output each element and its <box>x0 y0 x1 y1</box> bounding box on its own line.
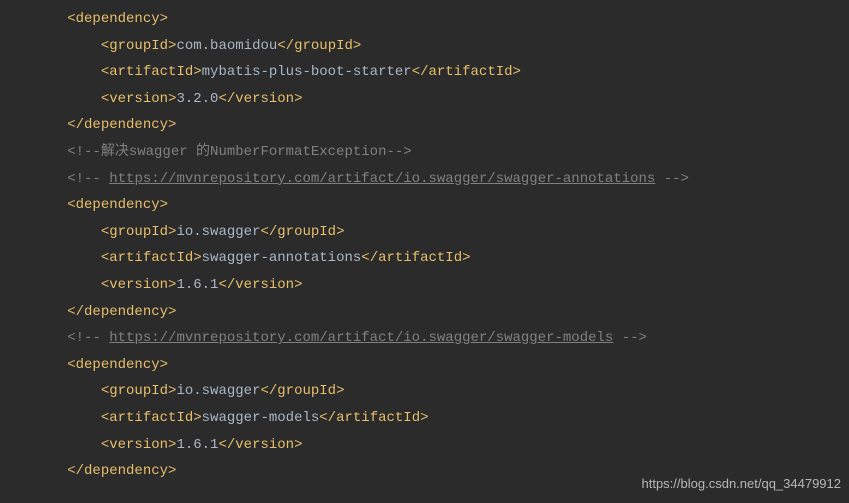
xml-tag: <groupId> <box>101 224 177 240</box>
indent <box>0 410 101 426</box>
code-line: <!-- https://mvnrepository.com/artifact/… <box>0 325 849 352</box>
xml-tag: <artifactId> <box>101 410 202 426</box>
xml-tag: <version> <box>101 437 177 453</box>
xml-text: 1.6.1 <box>176 277 218 293</box>
xml-comment-link[interactable]: https://mvnrepository.com/artifact/io.sw… <box>109 171 655 187</box>
xml-comment-open: <!-- <box>67 144 101 160</box>
code-line: <groupId>io.swagger</groupId> <box>0 378 849 405</box>
code-line: <artifactId>swagger-annotations</artifac… <box>0 245 849 272</box>
xml-comment-open: <!-- <box>67 330 109 346</box>
code-line: <groupId>com.baomidou</groupId> <box>0 33 849 60</box>
xml-comment-close: --> <box>613 330 647 346</box>
code-line: <version>1.6.1</version> <box>0 432 849 459</box>
code-line: <artifactId>mybatis-plus-boot-starter</a… <box>0 59 849 86</box>
xml-text: mybatis-plus-boot-starter <box>202 64 412 80</box>
xml-tag: <version> <box>101 91 177 107</box>
indent <box>0 144 67 160</box>
indent <box>0 117 67 133</box>
watermark-text: https://blog.csdn.net/qq_34479912 <box>642 472 842 497</box>
code-line: <!--解决swagger 的NumberFormatException--> <box>0 139 849 166</box>
xml-tag: <dependency> <box>67 357 168 373</box>
xml-comment-close: --> <box>386 144 411 160</box>
code-line: </dependency> <box>0 299 849 326</box>
xml-tag: <artifactId> <box>101 64 202 80</box>
xml-tag: <groupId> <box>101 38 177 54</box>
code-line: <groupId>io.swagger</groupId> <box>0 219 849 246</box>
xml-text: swagger-models <box>202 410 320 426</box>
xml-tag: </artifactId> <box>361 250 470 266</box>
indent <box>0 357 67 373</box>
xml-text: io.swagger <box>176 224 260 240</box>
xml-text: io.swagger <box>176 383 260 399</box>
indent <box>0 38 101 54</box>
xml-tag: </dependency> <box>67 117 176 133</box>
xml-tag: <version> <box>101 277 177 293</box>
xml-tag: </dependency> <box>67 304 176 320</box>
xml-text: 1.6.1 <box>176 437 218 453</box>
code-line: <version>3.2.0</version> <box>0 86 849 113</box>
xml-text: com.baomidou <box>176 38 277 54</box>
indent <box>0 277 101 293</box>
code-line: </dependency> <box>0 112 849 139</box>
xml-comment-close: --> <box>655 171 689 187</box>
indent <box>0 463 67 479</box>
code-editor[interactable]: <dependency> <groupId>com.baomidou</grou… <box>0 0 849 491</box>
indent <box>0 330 67 346</box>
xml-comment-link[interactable]: https://mvnrepository.com/artifact/io.sw… <box>109 330 613 346</box>
indent <box>0 383 101 399</box>
xml-tag: </version> <box>218 277 302 293</box>
code-line: <dependency> <box>0 192 849 219</box>
code-line: <artifactId>swagger-models</artifactId> <box>0 405 849 432</box>
code-line: <dependency> <box>0 352 849 379</box>
indent <box>0 437 101 453</box>
xml-tag: </groupId> <box>260 224 344 240</box>
indent <box>0 304 67 320</box>
indent <box>0 11 67 27</box>
indent <box>0 91 101 107</box>
code-line: <!-- https://mvnrepository.com/artifact/… <box>0 166 849 193</box>
xml-tag: <dependency> <box>67 11 168 27</box>
xml-tag: <groupId> <box>101 383 177 399</box>
xml-tag: </artifactId> <box>319 410 428 426</box>
indent <box>0 250 101 266</box>
xml-tag: </dependency> <box>67 463 176 479</box>
xml-tag: <dependency> <box>67 197 168 213</box>
xml-comment-text: 解决swagger 的NumberFormatException <box>101 144 387 160</box>
xml-tag: </version> <box>218 91 302 107</box>
xml-tag: <artifactId> <box>101 250 202 266</box>
indent <box>0 64 101 80</box>
xml-tag: </artifactId> <box>412 64 521 80</box>
xml-comment-open: <!-- <box>67 171 109 187</box>
xml-text: 3.2.0 <box>176 91 218 107</box>
code-line: <dependency> <box>0 6 849 33</box>
indent <box>0 171 67 187</box>
xml-text: swagger-annotations <box>202 250 362 266</box>
xml-tag: </groupId> <box>260 383 344 399</box>
indent <box>0 224 101 240</box>
xml-tag: </version> <box>218 437 302 453</box>
xml-tag: </groupId> <box>277 38 361 54</box>
indent <box>0 197 67 213</box>
code-line: <version>1.6.1</version> <box>0 272 849 299</box>
